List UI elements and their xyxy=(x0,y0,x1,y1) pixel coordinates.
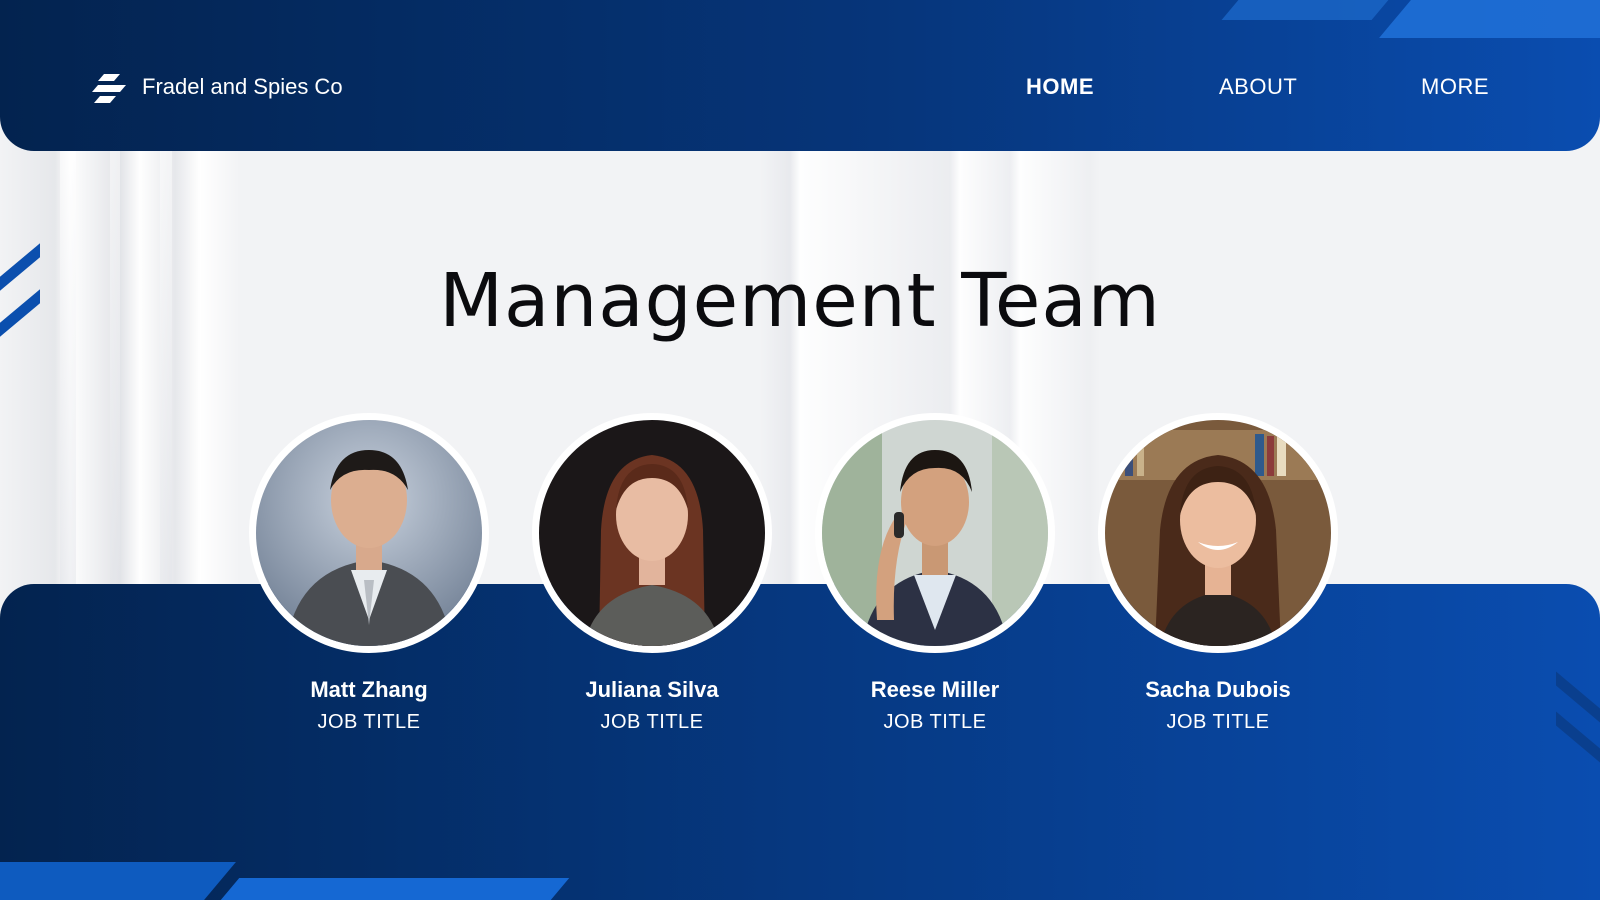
panel-stripe-decoration xyxy=(220,878,570,900)
member-name: Reese Miller xyxy=(870,677,1000,702)
man-in-grey-suit-portrait xyxy=(256,420,482,646)
member-name: Juliana Silva xyxy=(585,677,719,702)
woman-with-auburn-hair-portrait xyxy=(539,420,765,646)
paper-fold xyxy=(160,150,172,590)
member-job-title: JOB TITLE xyxy=(883,711,987,733)
header-bar: Fradel and Spies Co HOME ABOUT MORE xyxy=(0,0,1600,151)
brand-name[interactable]: Fradel and Spies Co xyxy=(142,74,343,100)
paper-fold xyxy=(110,150,120,590)
stacked-stripes-logo-icon xyxy=(92,74,126,103)
avatar xyxy=(815,413,1055,653)
header-stripe-decoration xyxy=(1379,0,1600,38)
nav-more[interactable]: MORE xyxy=(1421,74,1489,100)
nav-home[interactable]: HOME xyxy=(1026,74,1094,100)
member-name: Matt Zhang xyxy=(310,677,428,702)
panel-stripe-decoration xyxy=(0,862,236,900)
member-job-title: JOB TITLE xyxy=(600,711,704,733)
man-on-phone-call-portrait xyxy=(822,420,1048,646)
header-stripe-decoration xyxy=(1221,0,1389,20)
member-job-title: JOB TITLE xyxy=(1166,711,1270,733)
smiling-woman-bookshelf-portrait xyxy=(1105,420,1331,646)
page-title: Management Team xyxy=(439,258,1161,344)
avatar xyxy=(249,413,489,653)
member-name: Sacha Dubois xyxy=(1145,677,1291,702)
team-member-card: Juliana Silva JOB TITLE xyxy=(522,413,782,734)
team-member-card: Sacha Dubois JOB TITLE xyxy=(1088,413,1348,734)
team-member-card: Matt Zhang JOB TITLE xyxy=(239,413,499,734)
member-job-title: JOB TITLE xyxy=(317,711,421,733)
paper-fold xyxy=(60,150,76,590)
avatar xyxy=(532,413,772,653)
team-member-card: Reese Miller JOB TITLE xyxy=(805,413,1065,734)
nav-about[interactable]: ABOUT xyxy=(1219,74,1297,100)
avatar xyxy=(1098,413,1338,653)
